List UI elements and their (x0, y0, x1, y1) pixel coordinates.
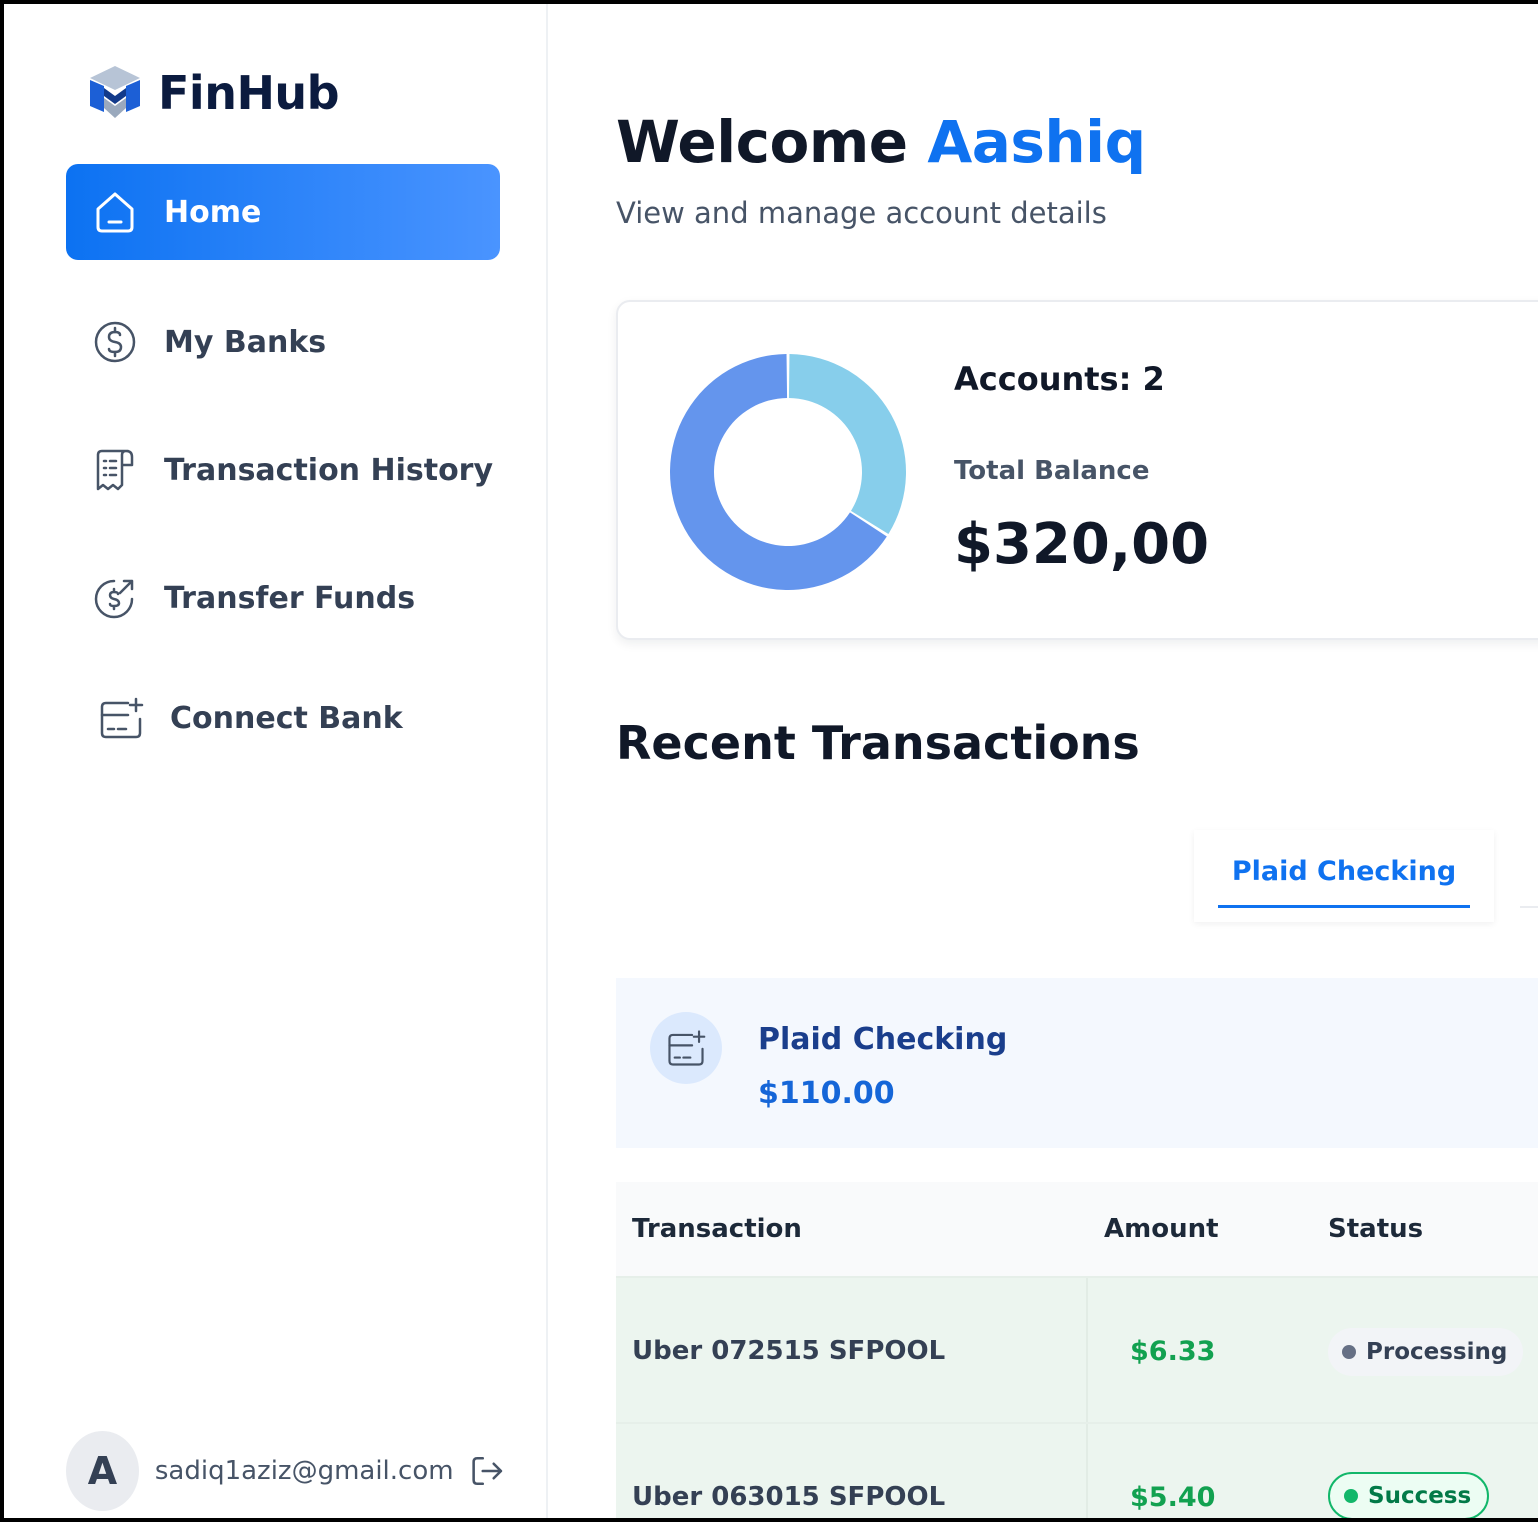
sidebar-item-label: Transaction History (164, 452, 494, 488)
status-badge: Success (1328, 1472, 1490, 1518)
app-window: FinHub Home My Banks Transaction History… (0, 0, 1538, 1522)
accounts-count: Accounts: 2 (954, 360, 1165, 398)
status-badge: Processing (1328, 1328, 1524, 1376)
bank-tabs: Plaid Checking (1194, 830, 1494, 922)
user-name: Aashiq (927, 108, 1146, 176)
status-text: Processing (1366, 1339, 1508, 1365)
status-text: Success (1368, 1483, 1472, 1509)
transaction-amount: $6.33 (1130, 1336, 1216, 1367)
sidebar-item-my-banks[interactable]: My Banks (66, 294, 500, 390)
sidebar-item-home[interactable]: Home (66, 164, 500, 260)
column-header-transaction: Transaction (632, 1214, 802, 1244)
sidebar-item-label: Connect Bank (170, 700, 403, 736)
tab-plaid-checking[interactable]: Plaid Checking (1218, 856, 1470, 908)
balance-donut-chart (670, 354, 906, 590)
column-divider (1086, 1278, 1088, 1422)
total-balance-card: Accounts: 2 Total Balance $320,00 (616, 300, 1538, 640)
dollar-circle-icon (92, 319, 138, 365)
bank-info-card[interactable]: Plaid Checking $110.00 (616, 978, 1538, 1148)
sidebar-item-transfer-funds[interactable]: Transfer Funds (66, 550, 500, 646)
status-dot-icon (1344, 1489, 1358, 1503)
sidebar-item-label: My Banks (164, 324, 327, 360)
total-balance-value: $320,00 (954, 512, 1210, 577)
money-send-icon (92, 575, 138, 621)
card-add-icon (650, 1012, 722, 1084)
logo[interactable]: FinHub (84, 62, 340, 124)
avatar[interactable]: A (66, 1431, 139, 1511)
status-dot-icon (1342, 1345, 1356, 1359)
bank-name: Plaid Checking (758, 1022, 1008, 1057)
sidebar-item-transaction-history[interactable]: Transaction History (66, 422, 500, 518)
column-header-amount: Amount (1104, 1214, 1219, 1244)
greeting-text: Welcome (616, 108, 908, 176)
column-header-status: Status (1328, 1214, 1424, 1244)
user-email: sadiq1aziz@gmail.com (154, 1456, 454, 1486)
transaction-name: Uber 063015 SFPOOL (632, 1482, 946, 1512)
sidebar-item-label: Home (164, 194, 262, 230)
main-content: Welcome Aashiq View and manage account d… (550, 4, 1538, 1518)
logout-icon[interactable] (470, 1451, 506, 1491)
page-title: Welcome Aashiq (616, 108, 1146, 176)
sidebar-item-connect-bank[interactable]: Connect Bank (66, 670, 500, 766)
receipt-icon (92, 447, 138, 493)
finhub-logo-icon (90, 66, 140, 118)
bank-balance: $110.00 (758, 1076, 895, 1111)
table-header: Transaction Amount Status (616, 1182, 1538, 1276)
transaction-amount: $5.40 (1130, 1482, 1216, 1513)
transactions-table: Transaction Amount Status Uber 072515 SF… (616, 1182, 1538, 1518)
table-row[interactable]: Uber 063015 SFPOOL $5.40 Success (616, 1422, 1538, 1518)
sidebar: FinHub Home My Banks Transaction History… (4, 4, 548, 1518)
table-row[interactable]: Uber 072515 SFPOOL $6.33 Processing (616, 1276, 1538, 1422)
total-balance-label: Total Balance (954, 456, 1150, 486)
tabs-divider (1520, 906, 1538, 908)
donut-slice (788, 354, 906, 534)
transaction-name: Uber 072515 SFPOOL (632, 1336, 946, 1366)
recent-transactions-title: Recent Transactions (616, 716, 1140, 770)
page-subtitle: View and manage account details (616, 196, 1107, 230)
user-footer: A sadiq1aziz@gmail.com (66, 1430, 506, 1512)
app-name: FinHub (158, 66, 340, 120)
home-icon (92, 189, 138, 235)
card-add-icon (98, 695, 144, 741)
sidebar-item-label: Transfer Funds (164, 580, 416, 616)
column-divider (1086, 1424, 1088, 1518)
